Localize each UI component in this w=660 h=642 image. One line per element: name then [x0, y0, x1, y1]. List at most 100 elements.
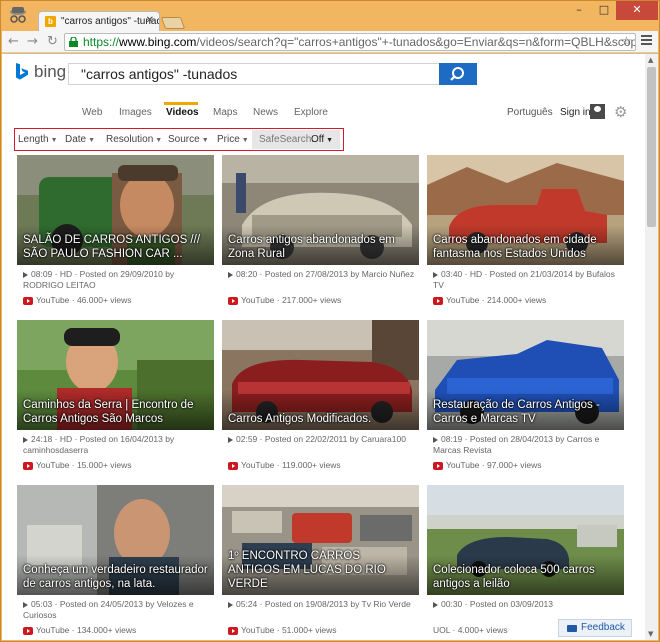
video-source: YouTube · 46.000+ views	[23, 295, 132, 305]
search-input[interactable]: "carros antigos" -tunados	[68, 63, 440, 85]
video-source-text: YouTube · 119.000+ views	[241, 460, 341, 470]
tab-news[interactable]: News	[253, 107, 278, 118]
video-title[interactable]: Carros Antigos Modificados.	[228, 412, 413, 426]
filter-label: Price	[217, 134, 240, 145]
url-scheme: https://	[83, 35, 120, 49]
video-meta: 03:40 · HD · Posted on 21/03/2014 by Buf…	[433, 269, 621, 291]
video-thumbnail[interactable]: Caminhos da Serra | Encontro de Carros A…	[17, 320, 214, 430]
filter-resolution[interactable]: Resolution ▼	[106, 134, 162, 145]
video-meta: 00:30 · Posted on 03/09/2013	[433, 599, 621, 610]
tab-maps[interactable]: Maps	[213, 107, 237, 118]
video-card[interactable]: 1º ENCONTRO CARROS ANTIGOS EM LUCAS DO R…	[222, 485, 419, 640]
video-meta: 02:59 · Posted on 22/02/2011 by Caruara1…	[228, 434, 416, 445]
browser-logo-icon	[10, 7, 26, 23]
chat-bubble-icon	[567, 625, 577, 632]
video-card[interactable]: Carros abandonados em cidade fantasma no…	[427, 155, 624, 310]
video-source-text: YouTube · 134.000+ views	[36, 625, 137, 635]
youtube-icon	[433, 296, 443, 305]
video-card[interactable]: SALÃO DE CARROS ANTIGOS /// SÃO PAULO FA…	[17, 155, 214, 310]
tab-explore[interactable]: Explore	[294, 107, 328, 118]
filter-label: Length	[18, 134, 49, 145]
safesearch-label: SafeSearch:	[259, 134, 315, 145]
close-tab-icon[interactable]: ✕	[146, 15, 154, 26]
video-thumbnail[interactable]: Carros abandonados em cidade fantasma no…	[427, 155, 624, 265]
video-meta: 05:03 · Posted on 24/05/2013 by Velozes …	[23, 599, 211, 621]
url-host: www.bing.com	[119, 35, 197, 49]
video-card[interactable]: Colecionador coloca 500 carros antigos a…	[427, 485, 624, 640]
language-link[interactable]: Português	[507, 107, 553, 118]
minimize-button[interactable]: –	[566, 1, 592, 20]
feedback-button[interactable]: Feedback	[558, 619, 632, 637]
filter-bar: Length ▼ Date ▼ Resolution ▼ Source ▼ Price ▼…	[14, 128, 344, 151]
sign-in-link[interactable]: Sign in	[560, 107, 591, 118]
vertical-scrollbar[interactable]: ▲ ▼	[645, 54, 658, 640]
video-title[interactable]: Restauração de Carros Antigos - Carros e…	[433, 398, 618, 426]
scroll-down-icon[interactable]: ▼	[648, 630, 653, 638]
back-icon[interactable]: ←	[8, 34, 19, 49]
video-meta: 24:18 · HD · Posted on 16/04/2013 by cam…	[23, 434, 211, 456]
video-thumbnail[interactable]: Restauração de Carros Antigos - Carros e…	[427, 320, 624, 430]
video-source-text: YouTube · 51.000+ views	[241, 625, 337, 635]
tab-web[interactable]: Web	[82, 107, 102, 118]
video-meta-text: 08:09 · HD · Posted on 29/09/2010 by ROD…	[23, 269, 175, 290]
filter-price[interactable]: Price ▼	[217, 134, 249, 145]
forward-icon[interactable]: →	[27, 34, 38, 49]
video-thumbnail[interactable]: Conheça um verdadeiro restaurador de car…	[17, 485, 214, 595]
gear-icon[interactable]: ⚙	[614, 103, 627, 121]
video-source: YouTube · 134.000+ views	[23, 625, 136, 635]
new-tab-button[interactable]	[160, 17, 186, 29]
video-card[interactable]: Carros Antigos Modificados. 02:59 · Post…	[222, 320, 419, 475]
chevron-down-icon: ▼	[50, 137, 58, 144]
safesearch-dropdown[interactable]: SafeSearch: Off ▼	[252, 130, 340, 149]
video-thumbnail[interactable]: 1º ENCONTRO CARROS ANTIGOS EM LUCAS DO R…	[222, 485, 419, 595]
youtube-icon	[228, 461, 238, 470]
video-meta-text: 05:03 · Posted on 24/05/2013 by Velozes …	[23, 599, 194, 620]
search-button[interactable]	[439, 63, 477, 85]
bookmark-star-icon[interactable]: ☆	[621, 34, 632, 48]
tab-videos[interactable]: Videos	[166, 107, 199, 118]
video-thumbnail[interactable]: Carros antigos abandonados em Zona Rural	[222, 155, 419, 265]
video-title[interactable]: Conheça um verdadeiro restaurador de car…	[23, 563, 208, 591]
filter-label: Source	[168, 134, 200, 145]
address-bar[interactable]: https://www.bing.com/videos/search?q="ca…	[64, 33, 636, 51]
filter-length[interactable]: Length ▼	[18, 134, 58, 145]
chevron-down-icon: ▼	[241, 137, 249, 144]
menu-icon[interactable]	[641, 35, 652, 47]
filter-source[interactable]: Source ▼	[168, 134, 209, 145]
video-meta: 08:20 · Posted on 27/08/2013 by Marcio N…	[228, 269, 416, 280]
scrollbar-thumb[interactable]	[647, 67, 656, 227]
video-title[interactable]: Carros abandonados em cidade fantasma no…	[433, 233, 618, 261]
video-title[interactable]: Carros antigos abandonados em Zona Rural	[228, 233, 413, 261]
user-avatar-icon[interactable]	[590, 104, 605, 119]
active-tab-underline	[164, 102, 198, 105]
reload-icon[interactable]: ↻	[47, 34, 58, 49]
video-title[interactable]: 1º ENCONTRO CARROS ANTIGOS EM LUCAS DO R…	[228, 549, 413, 591]
video-source: YouTube · 97.000+ views	[433, 460, 542, 470]
chevron-down-icon: ▼	[155, 137, 163, 144]
video-title[interactable]: Caminhos da Serra | Encontro de Carros A…	[23, 398, 208, 426]
filter-date[interactable]: Date ▼	[65, 134, 95, 145]
scroll-up-icon[interactable]: ▲	[648, 56, 653, 64]
chevron-down-icon: ▼	[326, 137, 334, 144]
video-title[interactable]: Colecionador coloca 500 carros antigos a…	[433, 563, 618, 591]
tab-images[interactable]: Images	[119, 107, 152, 118]
browser-tab[interactable]: b "carros antigos" -tunado ✕	[38, 11, 160, 31]
url-path: /videos/search?q="carros+antigos"+-tunad…	[196, 35, 636, 49]
feedback-label: Feedback	[581, 622, 625, 633]
video-card[interactable]: Restauração de Carros Antigos - Carros e…	[427, 320, 624, 475]
video-title[interactable]: SALÃO DE CARROS ANTIGOS /// SÃO PAULO FA…	[23, 233, 208, 261]
video-thumbnail[interactable]: SALÃO DE CARROS ANTIGOS /// SÃO PAULO FA…	[17, 155, 214, 265]
close-window-button[interactable]: ✕	[616, 1, 658, 20]
video-card[interactable]: Carros antigos abandonados em Zona Rural…	[222, 155, 419, 310]
video-source: YouTube · 15.000+ views	[23, 460, 132, 470]
secure-lock-icon	[69, 37, 78, 47]
youtube-icon	[433, 461, 443, 470]
maximize-button[interactable]: □	[592, 1, 616, 20]
bing-logo[interactable]: bing	[16, 62, 66, 84]
play-icon	[433, 271, 438, 278]
video-thumbnail[interactable]: Carros Antigos Modificados.	[222, 320, 419, 430]
video-card[interactable]: Caminhos da Serra | Encontro de Carros A…	[17, 320, 214, 475]
video-card[interactable]: Conheça um verdadeiro restaurador de car…	[17, 485, 214, 640]
youtube-icon	[23, 626, 33, 635]
video-thumbnail[interactable]: Colecionador coloca 500 carros antigos a…	[427, 485, 624, 595]
